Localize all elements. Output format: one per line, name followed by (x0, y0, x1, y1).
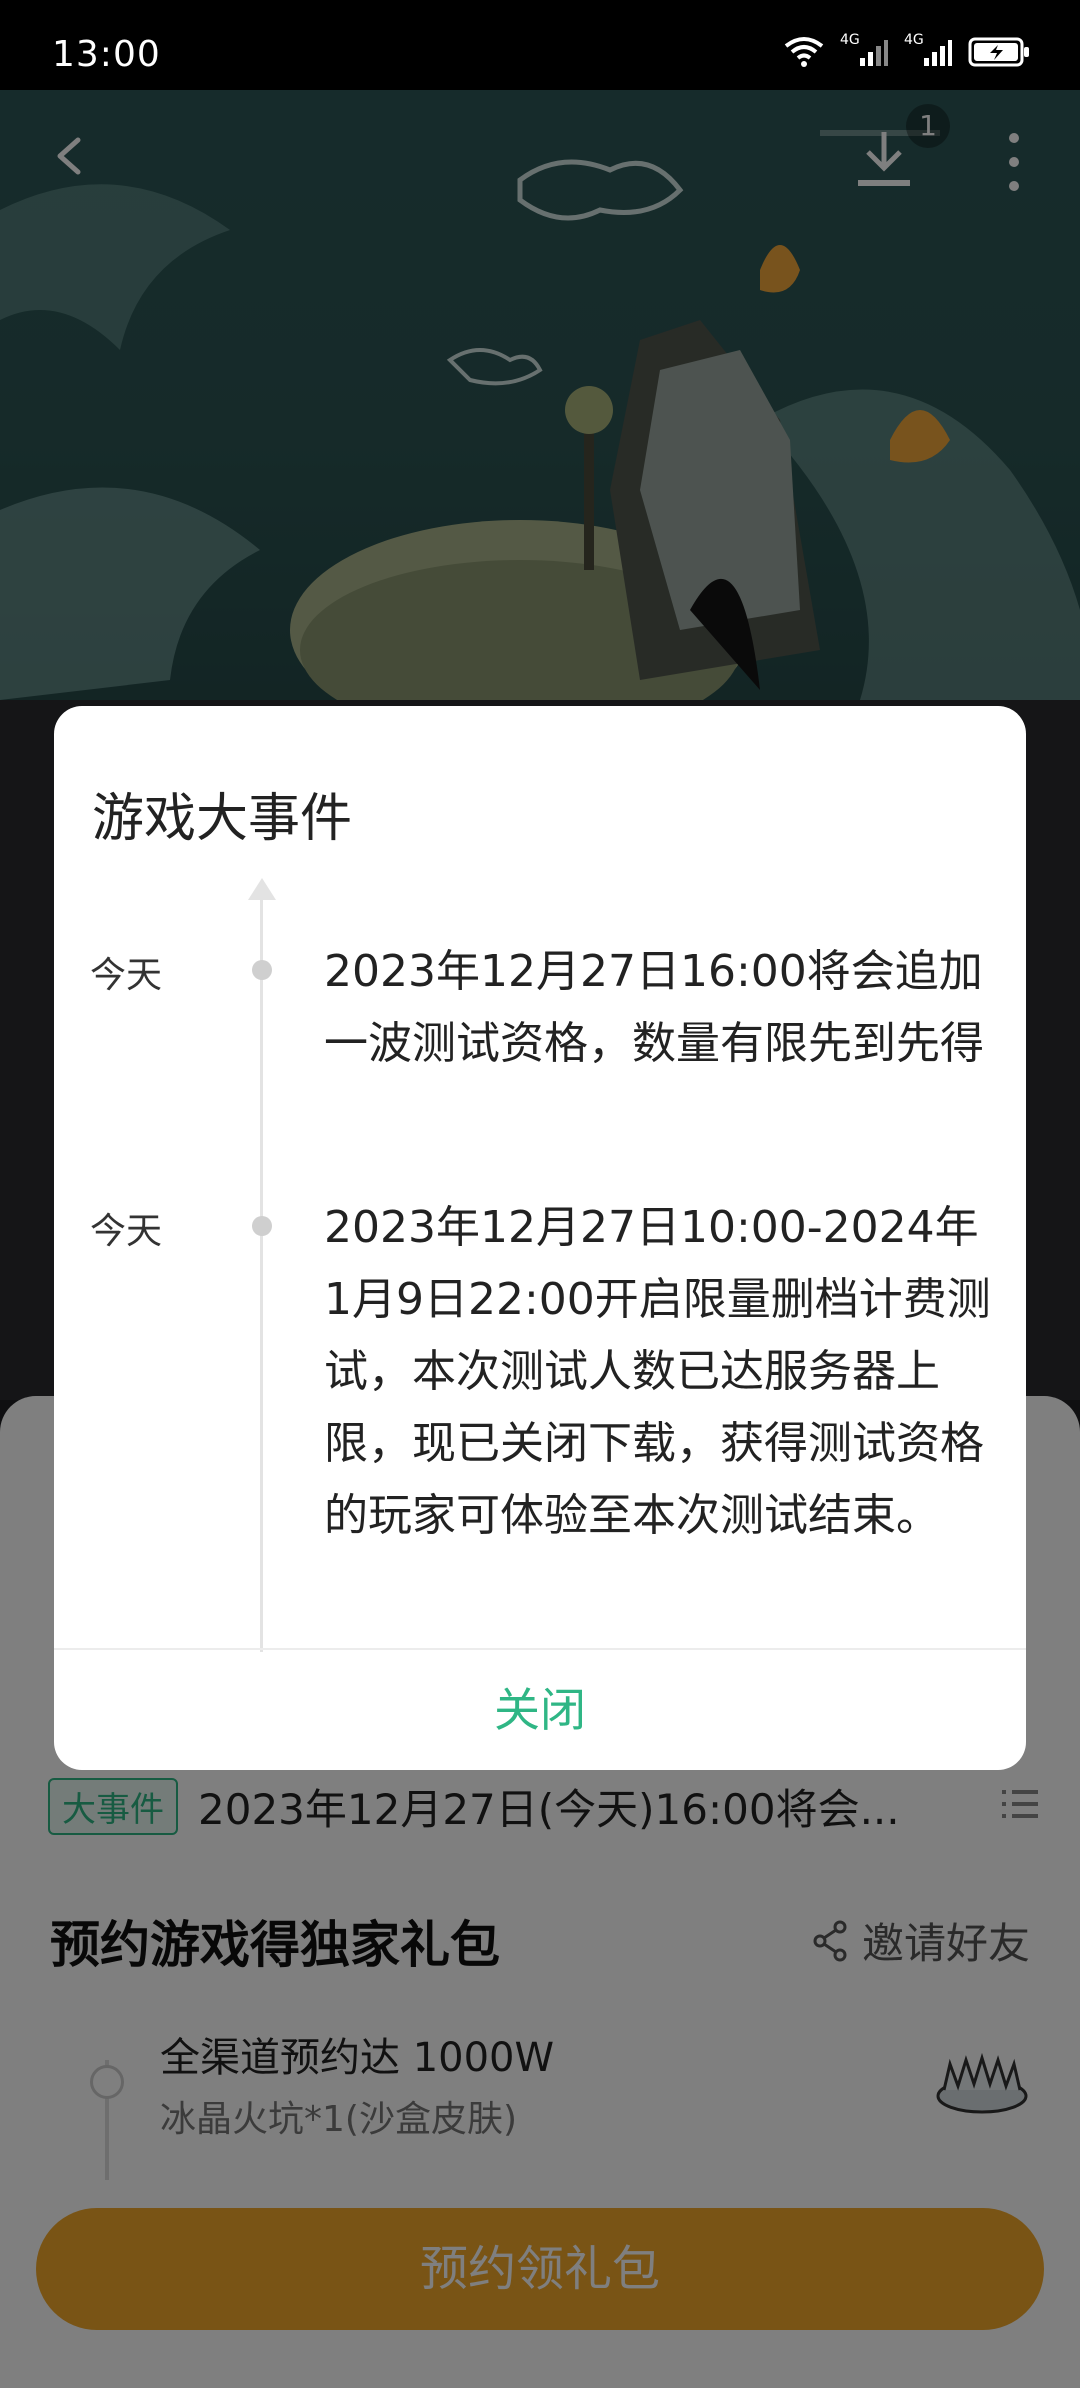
status-time: 13:00 (52, 34, 161, 75)
timeline-line (260, 886, 263, 1652)
event-date: 今天 (90, 1211, 163, 1252)
event-description: 2023年12月27日16:00将会追加一波测试资格，数量有限先到先得 (324, 946, 984, 1069)
signal-icon-1: 4G (840, 32, 888, 68)
signal-icon-2: 4G (904, 32, 952, 68)
network-type-2: 4G (904, 32, 924, 48)
timeline-dot (252, 960, 272, 980)
timeline-dot (252, 1216, 272, 1236)
status-icons: 4G 4G (784, 32, 1030, 68)
close-button[interactable]: 关闭 (54, 1650, 1026, 1770)
wifi-icon (784, 37, 824, 67)
status-bar: 13:00 4G 4G (0, 0, 1080, 90)
events-dialog: 游戏大事件 今天 2023年12月27日16:00将会追加一波测试资格，数量有限… (54, 706, 1026, 1770)
event-date: 今天 (90, 955, 163, 996)
network-type-1: 4G (840, 32, 860, 48)
battery-icon (968, 37, 1029, 67)
dialog-title: 游戏大事件 (92, 789, 353, 849)
event-description: 2023年12月27日10:00-2024年1月9日22:00开启限量删档计费测… (324, 1202, 991, 1541)
